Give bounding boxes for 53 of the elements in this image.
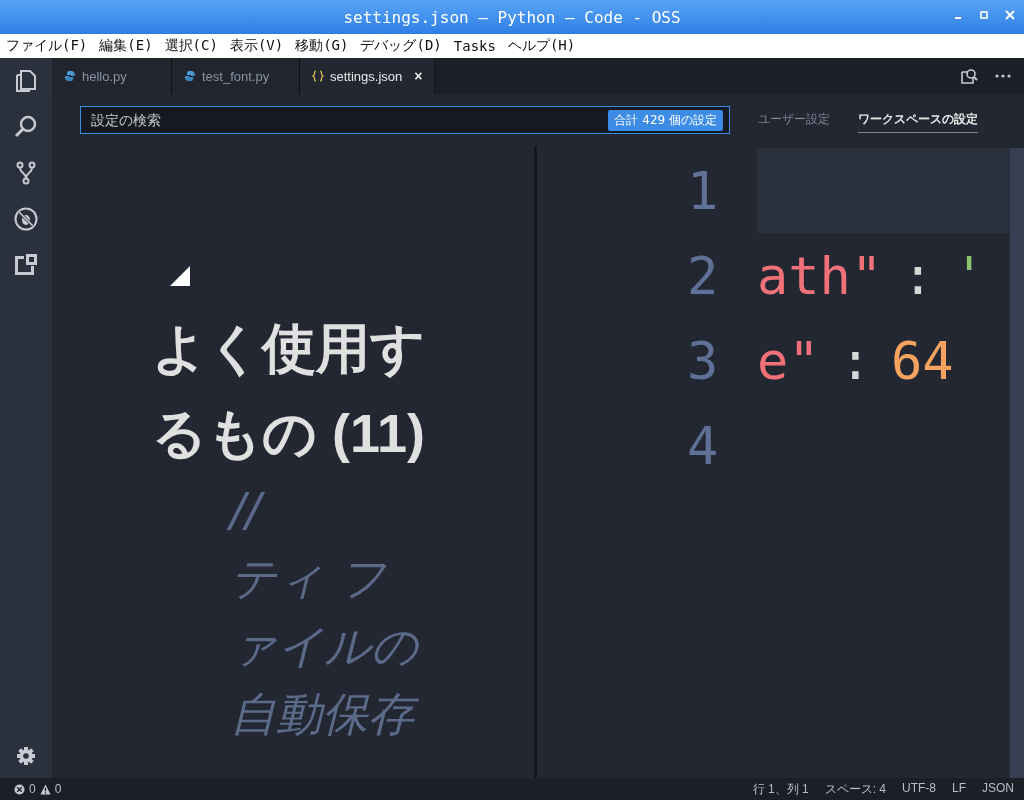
- code-token: ': [953, 245, 985, 306]
- line-number: 4: [687, 415, 720, 476]
- menu-item[interactable]: 選択(C): [164, 37, 218, 55]
- debug-icon[interactable]: [13, 206, 39, 232]
- line-number: 2: [687, 245, 720, 306]
- line-number: 1: [687, 160, 720, 221]
- code-token: ath": [757, 245, 883, 306]
- editor-tab[interactable]: settings.json ×: [300, 58, 436, 94]
- search-icon[interactable]: [13, 114, 39, 140]
- editor-tab[interactable]: hello.py: [52, 58, 172, 94]
- maximize-icon[interactable]: [978, 9, 990, 21]
- extensions-icon[interactable]: [13, 252, 39, 278]
- settings-search-field[interactable]: 設定の検索: [89, 111, 609, 129]
- status-item[interactable]: スペース: 4: [824, 780, 886, 798]
- menu-item[interactable]: ファイル(F): [6, 37, 88, 55]
- open-preview-icon[interactable]: [960, 67, 978, 85]
- python-icon: [184, 70, 196, 82]
- code-token: :: [839, 330, 871, 391]
- python-icon: [64, 70, 76, 82]
- window-title: settings.json — Python — Code - OSS: [343, 7, 681, 27]
- settings-scope-tab[interactable]: ワークスペースの設定: [858, 107, 978, 133]
- code-token: e": [757, 330, 820, 391]
- error-count[interactable]: 0: [29, 782, 36, 796]
- status-item[interactable]: JSON: [982, 780, 1014, 798]
- menu-item[interactable]: ヘルプ(H): [507, 37, 576, 55]
- braces-icon: [312, 70, 324, 82]
- settings-icon[interactable]: [16, 746, 36, 766]
- error-icon: [14, 783, 25, 795]
- warning-count[interactable]: 0: [54, 782, 62, 796]
- close-icon[interactable]: ×: [414, 68, 423, 84]
- status-item[interactable]: 行 1、列 1: [752, 780, 809, 798]
- files-icon[interactable]: [13, 68, 39, 94]
- comment-text: 自動保存: [230, 680, 534, 748]
- editor-tab[interactable]: test_font.py: [172, 58, 300, 94]
- menu-item[interactable]: 移動(G): [295, 37, 349, 55]
- menu-item[interactable]: 表示(V): [229, 37, 284, 55]
- menu-item[interactable]: デバッグ(D): [360, 37, 442, 55]
- line-number: 3: [687, 330, 720, 391]
- settings-group-heading[interactable]: よく使用するもの (11): [152, 306, 452, 476]
- scrollbar[interactable]: [1010, 148, 1024, 778]
- expand-triangle-icon[interactable]: [170, 266, 190, 286]
- menu-item[interactable]: Tasks: [453, 38, 496, 54]
- settings-count-badge: 合計 429 個の設定: [608, 109, 723, 131]
- code-token: :: [902, 245, 934, 306]
- comment-text: ァイルの: [230, 618, 420, 675]
- settings-scope-tab[interactable]: ユーザー設定: [758, 107, 830, 133]
- status-item[interactable]: LF: [951, 780, 966, 798]
- menu-item[interactable]: 編集(E): [99, 37, 153, 55]
- code-token: 64: [890, 330, 954, 391]
- close-icon[interactable]: [1004, 9, 1016, 21]
- comment-text: ティ フ: [230, 550, 387, 607]
- warning-icon: [39, 783, 51, 795]
- status-item[interactable]: UTF-8: [901, 780, 936, 798]
